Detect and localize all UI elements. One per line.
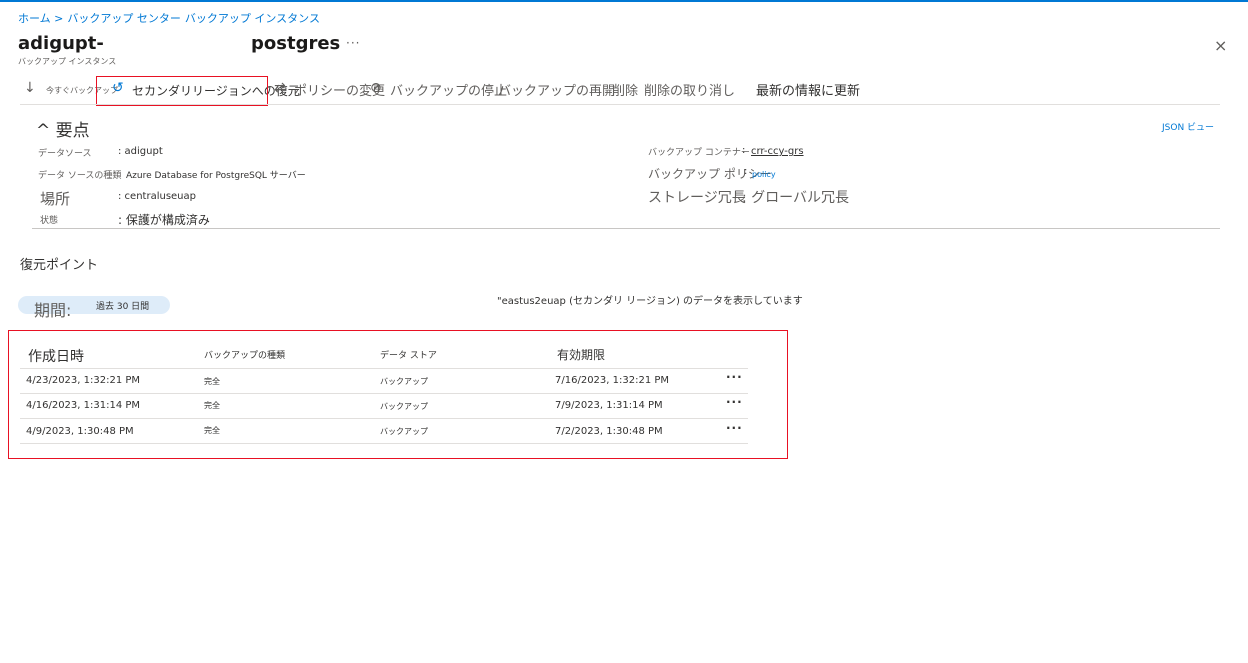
table-row-expiry: 7/9/2023, 1:31:14 PM	[555, 400, 663, 411]
essentials-divider	[32, 228, 1220, 229]
essentials-heading: 要点	[55, 121, 90, 141]
table-row-type: 完全	[204, 426, 220, 435]
table-row-expiry: 7/16/2023, 1:32:21 PM	[555, 375, 670, 386]
table-row-created: 4/9/2023, 1:30:48 PM	[26, 426, 134, 437]
stop-icon: ⊘	[370, 80, 382, 96]
delete-button[interactable]: 削除	[612, 80, 638, 99]
datasource-label: データソース	[38, 149, 92, 159]
table-row-created: 4/16/2023, 1:31:14 PM	[26, 400, 141, 411]
status-label: 状態	[40, 216, 59, 226]
table-row-expiry: 7/2/2023, 1:30:48 PM	[555, 426, 663, 437]
toolbar-divider	[20, 104, 1220, 105]
breadcrumb-backup-instances[interactable]: バックアップ インスタンス	[185, 12, 320, 25]
row-more-button[interactable]: ···	[726, 421, 743, 435]
header-divider	[20, 368, 748, 369]
policy-colon: :	[744, 166, 748, 177]
row-more-button[interactable]: ···	[726, 395, 743, 409]
datasource-value: : adigupt	[118, 146, 163, 157]
policy-link[interactable]: policy	[752, 170, 776, 179]
page-subtitle: バックアップ インスタンス	[18, 57, 117, 66]
vault-colon: :	[742, 145, 746, 156]
top-accent-line	[0, 0, 1248, 2]
column-header-store[interactable]: データ ストア	[380, 348, 437, 361]
breadcrumb-home[interactable]: ホーム >	[18, 12, 63, 25]
vault-link[interactable]: crr-ccy-grs	[751, 146, 804, 157]
period-label: 期間:	[34, 301, 72, 320]
change-policy-icon: ⇄	[274, 80, 286, 96]
table-row-store: バックアップ	[380, 427, 428, 436]
column-header-type[interactable]: バックアップの種類	[204, 348, 285, 361]
restore-highlight-box	[96, 76, 268, 106]
table-row-type: 完全	[204, 401, 220, 410]
location-value: : centraluseuap	[118, 191, 196, 202]
region-note: "eastus2euap (セカンダリ リージョン) のデータを表示しています	[497, 296, 803, 307]
table-row-type: 完全	[204, 377, 220, 386]
row-divider	[20, 393, 748, 394]
chevron-up-icon: ^	[36, 121, 51, 141]
location-label: 場所	[40, 190, 71, 208]
essentials-toggle[interactable]: ^ 要点	[36, 116, 90, 141]
column-header-created[interactable]: 作成日時	[28, 346, 84, 366]
table-row-created: 4/23/2023, 1:32:21 PM	[26, 375, 141, 386]
period-value: 過去 30 日間	[96, 302, 150, 312]
table-row-store: バックアップ	[380, 402, 428, 411]
refresh-button[interactable]: 最新の情報に更新	[756, 80, 860, 99]
breadcrumb: ホーム > バックアップ センター バックアップ インスタンス	[18, 10, 324, 26]
column-header-expiry[interactable]: 有効期限	[557, 346, 605, 363]
more-actions-button[interactable]: ···	[346, 36, 360, 50]
status-value: : 保護が構成済み	[118, 213, 210, 227]
resume-backup-button[interactable]: バックアップの再開	[498, 80, 615, 99]
datasource-type-label: データ ソースの種類	[38, 171, 122, 181]
table-row-store: バックアップ	[380, 377, 428, 386]
page-title-right: postgres	[251, 33, 341, 54]
vault-label: バックアップ コンテナー	[648, 148, 750, 158]
stop-backup-button[interactable]: バックアップの停止	[390, 80, 507, 99]
close-button[interactable]: ×	[1214, 36, 1227, 55]
row-more-button[interactable]: ···	[726, 370, 743, 384]
undelete-button[interactable]: 削除の取り消し	[644, 80, 735, 99]
json-view-link[interactable]: JSON ビュー	[1162, 120, 1214, 133]
row-divider	[20, 418, 748, 419]
row-divider	[20, 443, 748, 444]
storage-redundancy-value: : グローバル冗長	[742, 190, 850, 206]
download-icon: ↓	[24, 80, 36, 96]
storage-redundancy-label: ストレージ冗長	[648, 190, 746, 206]
datasource-type-value: Azure Database for PostgreSQL サーバー	[126, 171, 306, 181]
restore-points-title: 復元ポイント	[20, 258, 99, 273]
page-title-left: adigupt-	[18, 33, 104, 54]
breadcrumb-backup-center[interactable]: バックアップ センター	[67, 12, 181, 25]
